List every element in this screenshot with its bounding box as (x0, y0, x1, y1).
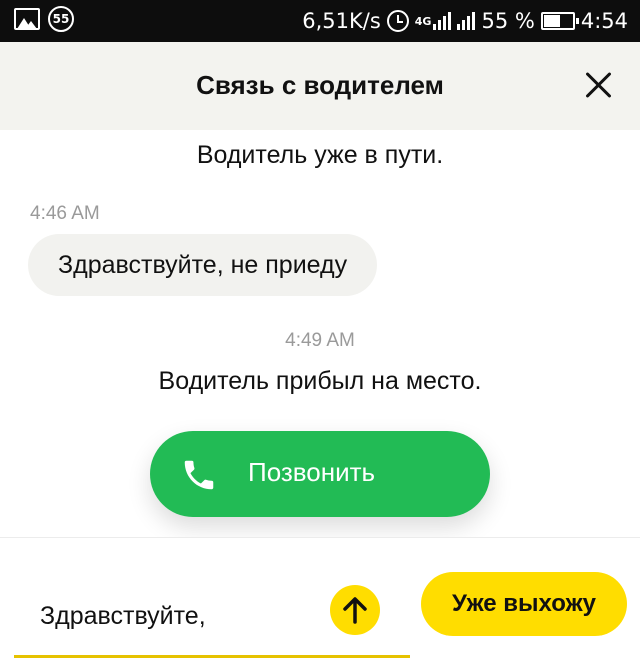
network-type: 4G (414, 14, 432, 28)
send-button[interactable] (330, 585, 380, 635)
call-driver-button[interactable]: Позвонить (150, 431, 490, 517)
network-speed: 6,51K/s (302, 9, 381, 33)
status-left: 55 (14, 6, 74, 32)
notification-count-badge: 55 (48, 6, 74, 32)
close-icon[interactable] (584, 70, 614, 100)
message-timestamp: 4:46 AM (30, 203, 100, 224)
battery-percent: 55 % (481, 9, 535, 33)
quick-reply-button[interactable]: Уже выхожу (421, 572, 627, 636)
image-notification-icon (14, 8, 40, 30)
user-message-bubble: Здравствуйте, не приеду (28, 234, 378, 296)
phone-icon (184, 460, 214, 490)
user-message-text: Здравствуйте, не приеду (58, 250, 348, 279)
arrival-timestamp: 4:49 AM (285, 330, 355, 351)
signal-icon (433, 12, 452, 30)
status-bar: 55 6,51K/s 4G 55 % 4:54 (0, 0, 640, 42)
chat-header: Связь с водителем (0, 42, 640, 130)
call-button-label: Позвонить (248, 457, 376, 487)
arrow-up-icon (343, 597, 367, 624)
system-message-arrived: Водитель прибыл на место. (158, 367, 482, 395)
system-message-on-way: Водитель уже в пути. (196, 141, 444, 169)
battery-icon (540, 12, 579, 30)
page-title: Связь с водителем (196, 70, 444, 100)
alarm-icon (386, 10, 409, 32)
signal-2-icon (457, 12, 476, 30)
clock: 4:54 (580, 9, 628, 33)
status-right: 6,51K/s 4G 55 % 4:54 (302, 0, 628, 42)
